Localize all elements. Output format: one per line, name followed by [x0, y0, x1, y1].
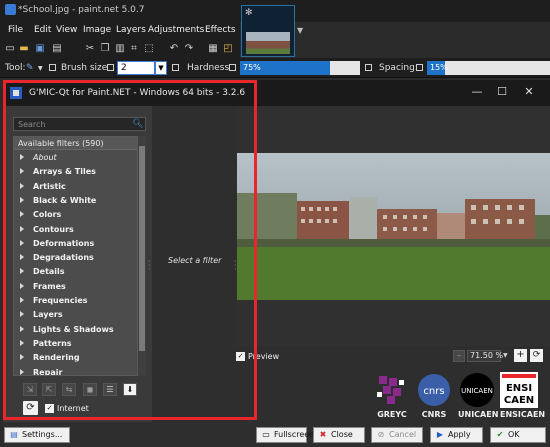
menu-image[interactable]: Image: [83, 25, 111, 35]
menu-effects[interactable]: Effects: [205, 25, 236, 35]
zoom-level-input[interactable]: 71.50 %: [467, 350, 503, 362]
hardness-label: Hardness:: [187, 63, 233, 73]
unicaen-logo: UNICAEN: [460, 373, 494, 407]
brush-tool-icon[interactable]: ✎: [26, 63, 34, 73]
close-button[interactable]: ✖ Close: [313, 427, 365, 443]
redo-icon[interactable]: ↷: [183, 43, 195, 55]
tool-dropdown-icon[interactable]: ▼: [38, 65, 43, 72]
brush-size-label: Brush size:: [61, 63, 111, 73]
fullscreen-label: Fullscreen: [274, 430, 315, 439]
ruler-icon[interactable]: ◰: [222, 43, 234, 55]
close-icon[interactable]: ✕: [521, 85, 537, 98]
ok-button[interactable]: ✔ OK: [490, 427, 546, 443]
hardness-increase-button[interactable]: [365, 64, 372, 71]
ensicaen-logo: ENSI CAEN: [500, 372, 538, 408]
unicaen-label: UNICAEN: [458, 410, 499, 419]
settings-label: Settings...: [22, 430, 63, 439]
apply-button[interactable]: ▶ Apply: [430, 427, 483, 443]
paintnet-app-icon: [5, 4, 16, 15]
settings-icon: ✻: [245, 8, 253, 18]
cancel-icon: ⊘: [377, 430, 385, 439]
menu-edit[interactable]: Edit: [34, 25, 51, 35]
ok-label: OK: [508, 430, 520, 439]
cancel-label: Cancel: [389, 430, 417, 439]
paste-icon[interactable]: ▥: [114, 43, 126, 55]
menu-layers[interactable]: Layers: [116, 25, 146, 35]
cnrs-label: CNRS: [421, 410, 447, 419]
preview-image[interactable]: [237, 153, 550, 300]
spacing-value: 15%: [430, 63, 448, 72]
spacing-slider[interactable]: 15%: [427, 61, 550, 75]
fullscreen-button[interactable]: ▭ Fullscreen: [256, 427, 314, 443]
minimize-icon[interactable]: —: [469, 85, 485, 98]
zoom-dropdown-icon[interactable]: ▼: [503, 352, 508, 359]
fullscreen-icon: ▭: [262, 430, 270, 439]
print-icon[interactable]: ▤: [51, 43, 63, 55]
copy-icon[interactable]: ❐: [99, 43, 111, 55]
image-thumbnail: [246, 32, 290, 54]
open-folder-icon[interactable]: ▬: [18, 43, 30, 55]
brush-size-decrease-button[interactable]: [107, 64, 114, 71]
cancel-button[interactable]: ⊘ Cancel: [371, 427, 423, 443]
greyc-logo: [377, 376, 404, 404]
paintnet-toolbar: ▭ ▬ ▣ ▤ ✂ ❐ ▥ ⌗ ⬚ ↶ ↷ ▦ ◰: [0, 40, 240, 58]
brush-size-increase-button[interactable]: [172, 64, 179, 71]
highlight-frame: [3, 80, 257, 420]
save-icon[interactable]: ▣: [34, 43, 46, 55]
brush-size-input[interactable]: 2: [117, 61, 155, 75]
close-label: Close: [331, 430, 353, 439]
new-image-icon[interactable]: ▭: [4, 43, 16, 55]
zoom-reset-button[interactable]: ⟳: [530, 349, 543, 362]
cut-icon[interactable]: ✂: [84, 43, 96, 55]
menu-file[interactable]: File: [8, 25, 23, 35]
settings-icon: ▤: [10, 430, 18, 439]
grid-icon[interactable]: ▦: [207, 43, 219, 55]
apply-label: Apply: [448, 430, 471, 439]
crop-icon[interactable]: ⌗: [128, 43, 140, 55]
menu-view[interactable]: View: [56, 25, 77, 35]
deselect-icon[interactable]: ⬚: [143, 43, 155, 55]
ensicaen-label: ENSICAEN: [500, 410, 546, 419]
undo-icon[interactable]: ↶: [168, 43, 180, 55]
menu-adjustments[interactable]: Adjustments: [148, 25, 204, 35]
svg-text:ENSI: ENSI: [506, 383, 532, 394]
tool-label: Tool:: [5, 63, 26, 73]
svg-text:CAEN: CAEN: [504, 395, 534, 406]
paintnet-window-title: *School.jpg - paint.net 5.0.7: [18, 5, 145, 15]
greyc-label: GREYC: [377, 410, 407, 419]
paintnet-menubar: File Edit View Image Layers Adjustments …: [0, 22, 240, 40]
zoom-out-button[interactable]: –: [453, 350, 465, 362]
zoom-in-button[interactable]: +: [514, 349, 527, 362]
image-tab-thumbnail[interactable]: ✻: [241, 5, 295, 57]
cnrs-logo: cnrs: [418, 374, 450, 406]
svg-text:UNICAEN: UNICAEN: [461, 387, 493, 395]
spacing-label: Spacing:: [379, 63, 418, 73]
spacing-decrease-button[interactable]: [416, 64, 423, 71]
svg-text:cnrs: cnrs: [423, 386, 444, 397]
tab-dropdown-icon[interactable]: ▼: [297, 26, 303, 35]
settings-button[interactable]: ▤ Settings...: [4, 427, 70, 443]
ok-check-icon: ✔: [496, 430, 504, 439]
apply-icon: ▶: [436, 430, 444, 439]
close-x-icon: ✖: [319, 430, 327, 439]
hardness-decrease-button[interactable]: [229, 64, 236, 71]
hardness-slider[interactable]: 75%: [240, 61, 360, 75]
brush-size-dropdown-icon[interactable]: ▼: [155, 61, 167, 75]
hardness-value: 75%: [243, 63, 261, 72]
maximize-icon[interactable]: ☐: [494, 85, 510, 98]
minus-icon[interactable]: [49, 64, 56, 71]
